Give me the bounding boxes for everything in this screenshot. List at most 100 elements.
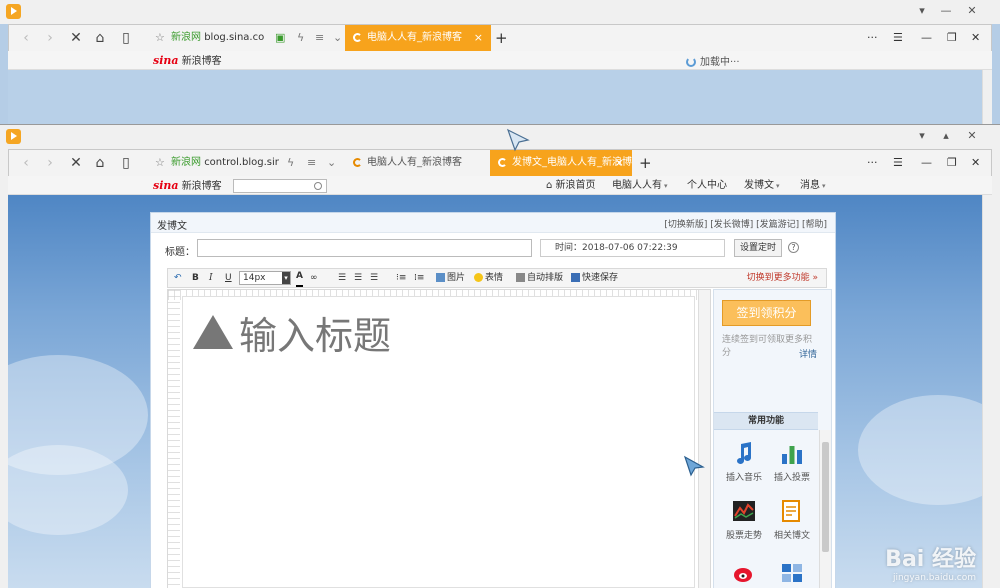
- more-icon[interactable]: ···: [867, 150, 878, 176]
- insert-vote-button[interactable]: 插入投票: [768, 440, 816, 483]
- back-icon[interactable]: ‹: [15, 152, 37, 174]
- editor-toolbar: ↶ B I U 14px A ∞ ☰ ☰ ☰ ⁝≡ ⁞≡ 图片 表情 自动排版 …: [167, 268, 827, 288]
- sign-in-details-link[interactable]: 详情: [799, 347, 817, 360]
- related-posts-button[interactable]: 相关博文: [768, 498, 816, 541]
- sign-in-button[interactable]: 签到领积分: [722, 300, 811, 326]
- underline-button[interactable]: U: [225, 269, 232, 287]
- tab-bar: ‹ › ✕ ⌂ ▯ ☆ 新浪网 control.blog.sin ϟ ≡ ⌄ 电…: [8, 149, 992, 176]
- undo-icon[interactable]: ↶: [174, 269, 182, 287]
- align-right-icon[interactable]: ☰: [370, 269, 378, 287]
- tab-active[interactable]: 发博文_电脑人人有_新浪博 ×: [490, 150, 632, 176]
- tab-inactive[interactable]: 电脑人人有_新浪博客: [353, 150, 485, 176]
- stop-icon[interactable]: ✕: [65, 27, 87, 49]
- forward-icon[interactable]: ›: [39, 152, 61, 174]
- ordered-list-icon[interactable]: ⁞≡: [414, 269, 424, 287]
- forward-icon[interactable]: ›: [39, 27, 61, 49]
- tab-close-icon[interactable]: ×: [474, 25, 483, 51]
- quick-save-button[interactable]: 快速保存: [571, 269, 618, 287]
- address-bar[interactable]: 新浪网 control.blog.sin: [171, 150, 279, 176]
- window-layout-button[interactable]: [768, 560, 816, 588]
- sina-blog-logo[interactable]: sina 新浪博客: [153, 178, 222, 193]
- home-icon[interactable]: ⌂: [89, 27, 111, 49]
- new-tab-button[interactable]: +: [639, 150, 652, 176]
- editor-area[interactable]: 输入标题: [167, 289, 711, 588]
- link-icon[interactable]: ∞: [310, 269, 318, 287]
- tab-active[interactable]: 电脑人人有_新浪博客 ×: [345, 25, 491, 51]
- insert-music-button[interactable]: 插入音乐: [720, 440, 768, 483]
- chevron-down-icon[interactable]: ⌄: [333, 25, 342, 51]
- nav-messages[interactable]: 消息 ▾: [800, 176, 826, 195]
- font-size-select[interactable]: 14px: [239, 271, 291, 285]
- list-icon[interactable]: ≡: [315, 25, 324, 51]
- chevron-down-icon[interactable]: ▾: [912, 3, 932, 19]
- restore-icon[interactable]: ❐: [947, 150, 957, 176]
- set-timer-button[interactable]: 设置定时: [734, 239, 782, 257]
- auto-layout-button[interactable]: 自动排版: [516, 269, 563, 287]
- italic-button[interactable]: I: [209, 269, 213, 287]
- close-window-icon[interactable]: ✕: [962, 128, 982, 144]
- stock-trend-button[interactable]: 股票走势: [720, 498, 768, 541]
- close-icon[interactable]: ✕: [971, 150, 980, 176]
- menu-icon[interactable]: ☰: [893, 25, 903, 51]
- minimize-icon[interactable]: —: [921, 25, 932, 51]
- sina-blog-logo[interactable]: sina 新浪博客: [153, 53, 222, 68]
- stop-icon[interactable]: ✕: [65, 152, 87, 174]
- scrollbar[interactable]: [982, 195, 992, 588]
- tab-close-icon[interactable]: ×: [615, 150, 624, 176]
- editor-scrollbar[interactable]: [698, 290, 710, 588]
- browser-window-front: ▾ ▴ ✕ ‹ › ✕ ⌂ ▯ ☆ 新浪网 control.blog.sin ϟ…: [0, 124, 1000, 588]
- menu-icon[interactable]: ☰: [893, 150, 903, 176]
- help-icon[interactable]: ?: [788, 242, 799, 253]
- nav-user[interactable]: 电脑人人有 ▾: [612, 176, 668, 195]
- sina-search-input[interactable]: [233, 179, 327, 193]
- reading-mode-icon[interactable]: ▯: [115, 27, 137, 49]
- align-center-icon[interactable]: ☰: [354, 269, 362, 287]
- star-icon[interactable]: ☆: [155, 25, 165, 51]
- loading-favicon-icon: [353, 32, 362, 42]
- title-input[interactable]: [197, 239, 532, 257]
- weibo-icon: [734, 568, 752, 582]
- font-color-button[interactable]: A: [296, 269, 303, 287]
- editor-body[interactable]: 输入标题: [182, 296, 695, 588]
- weibo-share-button[interactable]: [720, 560, 768, 588]
- close-icon[interactable]: ✕: [971, 25, 980, 51]
- browser-window-back: ▾ — ✕ ‹ › ✕ ⌂ ▯ ☆ 新浪网 blog.sina.co ▣ ϟ ≡…: [0, 0, 1000, 128]
- extension-icon[interactable]: ▣: [275, 25, 285, 51]
- nav-personal-center[interactable]: 个人中心: [687, 176, 727, 195]
- chevron-down-icon[interactable]: ⌄: [327, 150, 336, 176]
- scrollbar[interactable]: [982, 70, 992, 128]
- home-icon[interactable]: ⌂: [89, 152, 111, 174]
- sina-top-bar: sina 新浪博客 加载中···: [8, 51, 992, 70]
- minimize-icon[interactable]: —: [921, 150, 932, 176]
- chevron-down-icon[interactable]: ▾: [912, 128, 932, 144]
- panel-links[interactable]: [切换新版] [发长微博] [发篇游记] [帮助]: [664, 217, 827, 230]
- restore-icon[interactable]: ❐: [947, 25, 957, 51]
- minimize-icon[interactable]: —: [936, 3, 956, 19]
- reading-mode-icon[interactable]: ▯: [115, 152, 137, 174]
- side-scrollbar[interactable]: [819, 430, 831, 588]
- time-field[interactable]: 时间：2018-07-06 07:22:39: [540, 239, 725, 257]
- back-icon[interactable]: ‹: [15, 27, 37, 49]
- align-left-icon[interactable]: ☰: [338, 269, 346, 287]
- more-icon[interactable]: ···: [867, 25, 878, 51]
- list-icon[interactable]: ≡: [307, 150, 316, 176]
- unordered-list-icon[interactable]: ⁝≡: [396, 269, 406, 287]
- address-bar[interactable]: 新浪网 blog.sina.co: [171, 25, 267, 51]
- bold-button[interactable]: B: [192, 269, 199, 287]
- lightning-icon[interactable]: ϟ: [287, 150, 294, 176]
- lightning-icon[interactable]: ϟ: [297, 25, 304, 51]
- mouse-cursor-icon: [506, 128, 530, 152]
- minimize-icon[interactable]: ▴: [936, 128, 956, 144]
- new-tab-button[interactable]: +: [495, 25, 508, 51]
- sina-top-bar: sina 新浪博客 ⌂ 新浪首页 电脑人人有 ▾ 个人中心 发博文 ▾ 消息 ▾: [8, 176, 992, 195]
- cloud-decoration: [858, 395, 984, 505]
- more-functions-link[interactable]: 切换到更多功能 »: [747, 269, 818, 287]
- address-site: 新浪网: [171, 157, 201, 168]
- insert-image-button[interactable]: 图片: [436, 269, 465, 287]
- insert-emoji-button[interactable]: 表情: [474, 269, 503, 287]
- star-icon[interactable]: ☆: [155, 150, 165, 176]
- close-window-icon[interactable]: ✕: [962, 3, 982, 19]
- nav-sina-home[interactable]: ⌂ 新浪首页: [546, 176, 596, 195]
- nav-post[interactable]: 发博文 ▾: [744, 176, 780, 195]
- page-content: 发博文 [切换新版] [发长微博] [发篇游记] [帮助] 标题： 时间：201…: [8, 195, 984, 588]
